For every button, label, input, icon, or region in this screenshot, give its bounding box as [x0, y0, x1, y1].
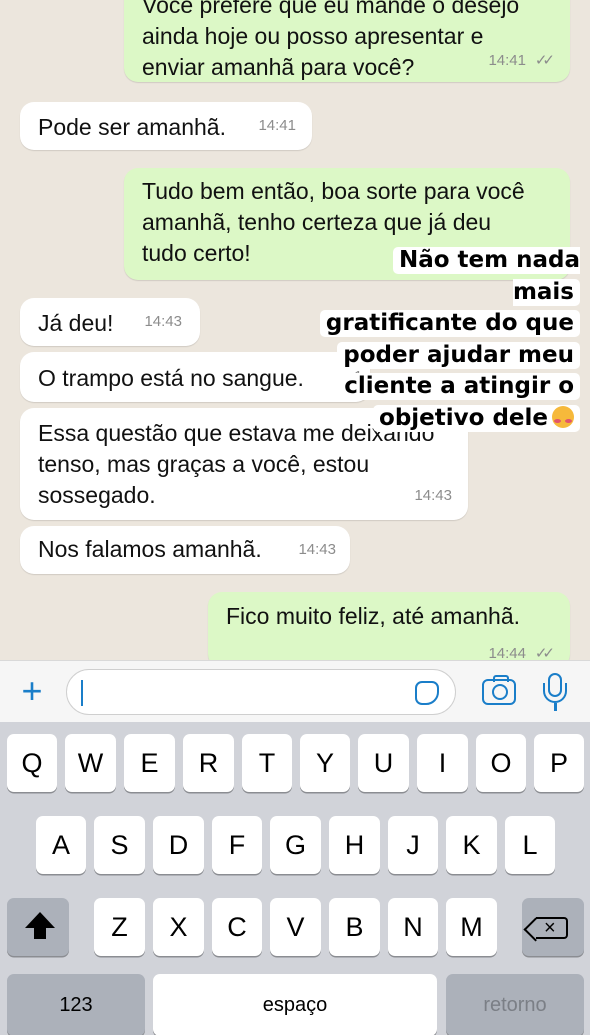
- backspace-key[interactable]: ×: [522, 898, 584, 956]
- key-j[interactable]: J: [388, 816, 438, 874]
- key-b[interactable]: B: [329, 898, 380, 956]
- key-q[interactable]: Q: [7, 734, 57, 792]
- camera-icon[interactable]: [482, 675, 516, 705]
- plus-icon[interactable]: +: [14, 673, 50, 711]
- chat-area[interactable]: Voce prefere que eu mande o desejo ainda…: [0, 0, 590, 660]
- message-text: O trampo está no sangue.: [38, 365, 304, 391]
- sticker-icon[interactable]: [415, 681, 439, 705]
- caption-line: cliente a atingir o: [338, 373, 580, 400]
- caption-line: objetivo dele: [379, 404, 548, 431]
- key-d[interactable]: D: [153, 816, 204, 874]
- key-m[interactable]: M: [446, 898, 497, 956]
- key-f[interactable]: F: [212, 816, 262, 874]
- message-time: 14:44: [488, 645, 526, 660]
- message-bubble-outgoing[interactable]: Fico muito feliz, até amanhã. 14:44 ✓✓: [208, 592, 570, 660]
- message-time: 14:41: [488, 52, 526, 69]
- read-receipt-icon: ✓✓: [534, 645, 555, 660]
- key-g[interactable]: G: [270, 816, 321, 874]
- key-s[interactable]: S: [94, 816, 145, 874]
- key-o[interactable]: O: [476, 734, 526, 792]
- message-bubble-incoming[interactable]: Pode ser amanhã. 14:41: [20, 102, 312, 150]
- message-text: Fico muito feliz, até amanhã.: [226, 603, 521, 629]
- key-x[interactable]: X: [153, 898, 204, 956]
- key-t[interactable]: T: [242, 734, 292, 792]
- key-k[interactable]: K: [446, 816, 497, 874]
- numbers-key[interactable]: 123: [7, 974, 145, 1035]
- caption-line: poder ajudar meu: [337, 341, 580, 369]
- key-v[interactable]: V: [270, 898, 321, 956]
- message-time: 14:43: [298, 541, 336, 558]
- story-caption: Não tem nada mais gratificante do que po…: [318, 245, 580, 434]
- microphone-icon[interactable]: [542, 671, 568, 715]
- key-w[interactable]: W: [65, 734, 116, 792]
- message-bubble-incoming[interactable]: Já deu! 14:43: [20, 298, 200, 346]
- keyboard: Q W E R T Y U I O P A S D F G H J K L Z …: [0, 722, 590, 1035]
- caption-line: gratificante do que: [319, 310, 580, 337]
- message-text: Nos falamos amanhã.: [38, 536, 262, 562]
- key-z[interactable]: Z: [94, 898, 145, 956]
- key-i[interactable]: I: [417, 734, 468, 792]
- key-e[interactable]: E: [124, 734, 175, 792]
- key-u[interactable]: U: [358, 734, 409, 792]
- backspace-icon: ×: [536, 917, 568, 939]
- return-key[interactable]: retorno: [446, 974, 584, 1035]
- message-input-bar: +: [0, 660, 590, 722]
- shift-key[interactable]: [7, 898, 69, 956]
- message-bubble-incoming[interactable]: Nos falamos amanhã. 14:43: [20, 526, 350, 574]
- key-n[interactable]: N: [388, 898, 438, 956]
- read-receipt-icon: ✓✓: [534, 52, 555, 69]
- shift-arrow-icon: [25, 912, 55, 939]
- smiling-face-with-hearts-icon: [552, 405, 574, 428]
- key-c[interactable]: C: [212, 898, 262, 956]
- message-time: 14:41: [258, 117, 296, 134]
- message-input[interactable]: [66, 669, 456, 715]
- message-bubble-outgoing[interactable]: Voce prefere que eu mande o desejo ainda…: [124, 0, 570, 82]
- message-time: 14:43: [144, 313, 182, 330]
- key-l[interactable]: L: [505, 816, 555, 874]
- text-cursor: [81, 680, 83, 706]
- key-a[interactable]: A: [36, 816, 86, 874]
- key-r[interactable]: R: [183, 734, 234, 792]
- caption-line: Não tem nada mais: [392, 247, 580, 306]
- key-y[interactable]: Y: [300, 734, 350, 792]
- key-p[interactable]: P: [534, 734, 584, 792]
- space-key[interactable]: espaço: [153, 974, 437, 1035]
- key-h[interactable]: H: [329, 816, 380, 874]
- message-text: Pode ser amanhã.: [38, 114, 226, 140]
- message-time: 14:43: [414, 487, 452, 504]
